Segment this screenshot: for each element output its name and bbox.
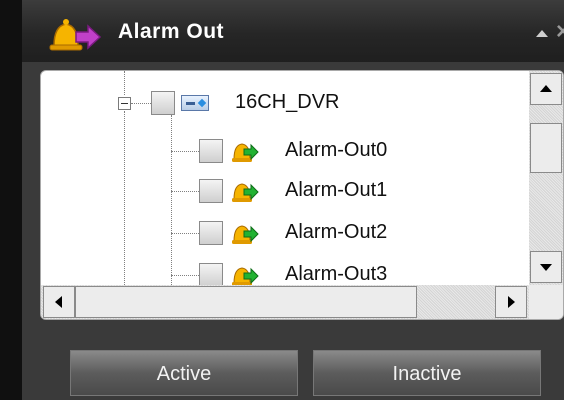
window-left-edge [0, 0, 22, 400]
scroll-right-arrow-icon [508, 296, 515, 308]
title-bar[interactable] [22, 0, 564, 62]
scroll-left-arrow-icon [55, 296, 62, 308]
tree-line [124, 111, 125, 285]
scroll-left-button[interactable] [43, 286, 75, 318]
tree-checkbox-alarm-out0[interactable] [199, 139, 223, 163]
tree-line [171, 275, 199, 276]
tree-checkbox-alarm-out3[interactable] [199, 263, 223, 285]
scroll-right-button[interactable] [495, 286, 527, 318]
scroll-down-button[interactable] [530, 251, 562, 283]
horizontal-scroll-thumb[interactable] [75, 286, 417, 318]
tree-item-label[interactable]: Alarm-Out0 [285, 139, 387, 162]
tree-checkbox-alarm-out2[interactable] [199, 221, 223, 245]
active-button[interactable]: Active [70, 350, 298, 396]
alarm-output-icon [232, 267, 259, 285]
scroll-up-button[interactable] [530, 73, 562, 105]
inactive-button[interactable]: Inactive [313, 350, 541, 396]
vertical-scroll-thumb[interactable] [530, 123, 562, 173]
tree-line [131, 103, 151, 104]
alarm-output-icon [232, 225, 259, 244]
collapse-toggle-icon[interactable] [118, 97, 131, 110]
tree-item-label[interactable]: Alarm-Out1 [285, 179, 387, 202]
window-title: Alarm Out [118, 20, 225, 43]
alarm-output-icon [232, 183, 259, 202]
alarm-out-tree-panel: 16CH_DVR Alarm-Out0 Alarm-Out1 Alarm-Out… [40, 70, 564, 320]
scroll-down-arrow-icon [540, 264, 552, 271]
scrollbar-corner [529, 285, 563, 319]
tree-line [171, 191, 199, 192]
tree-line [171, 115, 172, 285]
alarm-bell-icon [49, 19, 102, 51]
vertical-scrollbar[interactable] [529, 71, 563, 285]
alarm-output-icon [232, 143, 259, 162]
tree-line [171, 233, 199, 234]
dvr-device-icon [181, 95, 209, 111]
scroll-up-arrow-icon [540, 85, 552, 92]
tree-item-label[interactable]: Alarm-Out3 [285, 263, 387, 285]
tree-checkbox-alarm-out1[interactable] [199, 179, 223, 203]
collapse-up-icon[interactable] [536, 30, 548, 37]
tree-viewport[interactable]: 16CH_DVR Alarm-Out0 Alarm-Out1 Alarm-Out… [41, 71, 529, 285]
tree-root-label[interactable]: 16CH_DVR [235, 91, 339, 114]
close-icon[interactable]: × [556, 18, 564, 46]
tree-line [171, 151, 199, 152]
horizontal-scrollbar[interactable] [41, 285, 529, 319]
tree-line [124, 71, 125, 95]
tree-item-label[interactable]: Alarm-Out2 [285, 221, 387, 244]
tree-checkbox-root[interactable] [151, 91, 175, 115]
